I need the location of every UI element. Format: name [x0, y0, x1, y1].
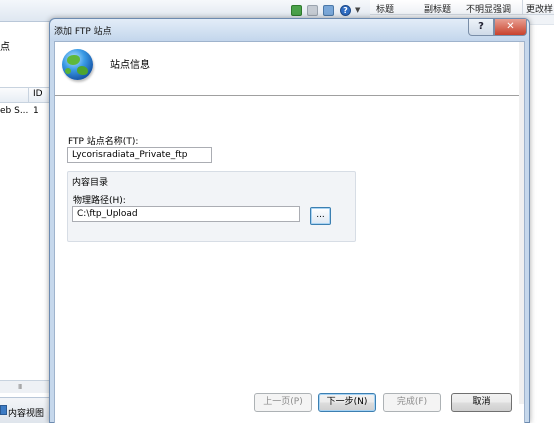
background-row-name[interactable]: eb S... — [0, 106, 28, 116]
dialog-title: 添加 FTP 站点 — [54, 27, 112, 37]
background-row-id[interactable]: 1 — [33, 106, 39, 116]
content-directory-title: 内容目录 — [72, 178, 109, 188]
finish-button[interactable]: 完成(F) — [383, 393, 441, 412]
content-view-icon — [0, 405, 7, 415]
dialog-help-button[interactable]: ? — [468, 19, 494, 36]
dialog-close-button[interactable]: ✕ — [494, 19, 527, 36]
cancel-button[interactable]: 取消 — [451, 393, 512, 412]
site-name-label: FTP 站点名称(T): — [68, 137, 139, 147]
physical-path-input[interactable] — [72, 206, 300, 222]
content-view-label: 内容视图 — [8, 409, 45, 419]
stop-icon[interactable] — [307, 5, 318, 16]
dialog-vertical-scrollbar[interactable] — [519, 42, 524, 422]
background-left-pane — [0, 0, 50, 423]
background-left-toolbar — [0, 0, 50, 22]
wizard-header: 站点信息 — [55, 42, 524, 96]
change-styles-button[interactable]: 更改样 — [526, 2, 553, 15]
scrollbar-grip-icon: III — [18, 383, 22, 391]
previous-button[interactable]: 上一页(P) — [254, 393, 312, 412]
background-column-id[interactable]: ID — [33, 89, 43, 99]
go-icon[interactable] — [291, 5, 302, 16]
background-horizontal-scrollbar[interactable] — [0, 380, 50, 393]
help-icon[interactable]: ? — [340, 5, 351, 16]
style-gallery-divider — [522, 0, 523, 15]
dialog-titlebar[interactable]: 添加 FTP 站点 ? ✕ — [50, 19, 529, 41]
style-title[interactable]: 标题 — [376, 2, 394, 15]
next-button[interactable]: 下一步(N) — [318, 393, 376, 412]
dialog-client-area: 站点信息 FTP 站点名称(T): 内容目录 物理路径(H): ... — [54, 41, 525, 423]
browse-button[interactable]: ... — [310, 207, 331, 225]
refresh-icon[interactable] — [323, 5, 334, 16]
style-subtitle[interactable]: 副标题 — [424, 2, 451, 15]
chevron-down-icon[interactable]: ▼ — [355, 6, 360, 14]
physical-path-label: 物理路径(H): — [73, 196, 126, 206]
background-content-view-tab[interactable]: 内容视图 — [0, 397, 50, 423]
style-subtle-emphasis[interactable]: 不明显强调 — [466, 2, 511, 15]
background-top-toolbar — [50, 0, 370, 20]
wizard-page-title: 站点信息 — [110, 60, 150, 71]
background-left-label: 点 — [0, 42, 10, 53]
add-ftp-site-dialog: 添加 FTP 站点 ? ✕ 站点信息 FTP 站点名称(T): 内容目录 物理路… — [49, 18, 530, 423]
globe-icon — [62, 49, 93, 80]
site-name-input[interactable] — [67, 147, 212, 163]
